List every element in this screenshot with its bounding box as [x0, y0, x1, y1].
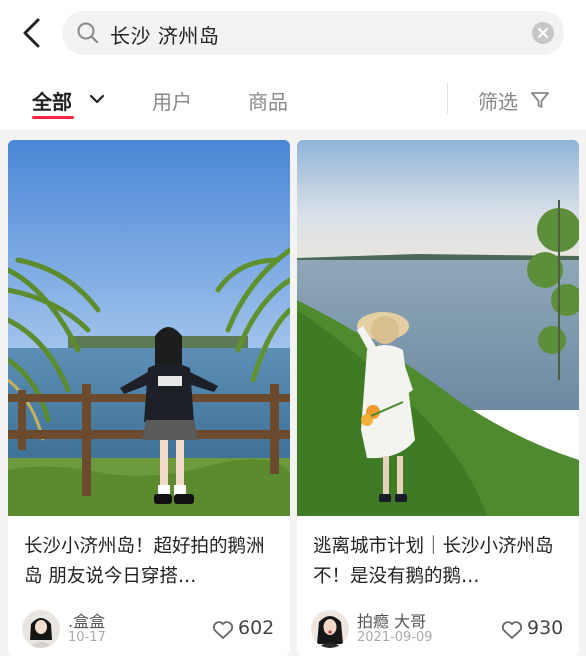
note-card[interactable]: 长沙小济州岛！超好拍的鹅洲岛 朋友说今日穿搭… .盒盒 10-17 602 [8, 140, 290, 656]
tab-all[interactable]: 全部 [32, 86, 72, 115]
filter-tabs: 全部 用户 商品 筛选 [0, 66, 586, 130]
top-bar: 长沙 济州岛 [0, 0, 586, 66]
search-query: 长沙 济州岛 [110, 24, 220, 48]
avatar[interactable] [311, 610, 349, 648]
like-count: 930 [527, 617, 564, 639]
note-cover-image[interactable] [8, 140, 290, 516]
like-count: 602 [238, 617, 275, 639]
back-arrow-icon[interactable] [18, 16, 48, 50]
tab-users[interactable]: 用户 [152, 86, 192, 115]
author-name[interactable]: 拍瘾 大哥 [357, 608, 426, 632]
note-title[interactable]: 逃离城市计划｜长沙小济州岛 不！是没有鹅的鹅… [313, 532, 567, 592]
clear-icon[interactable] [532, 22, 554, 44]
tab-divider [447, 82, 448, 114]
author-name[interactable]: .盒盒 [68, 608, 105, 632]
post-date: 2021-09-09 [357, 630, 433, 645]
note-cover-image[interactable] [297, 140, 579, 516]
filter-button[interactable]: 筛选 [478, 86, 518, 115]
note-card[interactable]: 逃离城市计划｜长沙小济州岛 不！是没有鹅的鹅… 拍瘾 大哥 2021-09-09… [297, 140, 579, 656]
tab-products[interactable]: 商品 [248, 86, 288, 115]
heart-icon[interactable] [501, 620, 523, 640]
search-input[interactable]: 长沙 济州岛 [62, 11, 564, 55]
post-date: 10-17 [68, 630, 106, 645]
active-tab-indicator [32, 116, 74, 119]
heart-icon[interactable] [212, 620, 234, 640]
search-icon [76, 21, 100, 45]
chevron-down-icon[interactable] [88, 91, 106, 105]
note-title[interactable]: 长沙小济州岛！超好拍的鹅洲岛 朋友说今日穿搭… [24, 532, 278, 592]
avatar[interactable] [22, 610, 60, 648]
filter-funnel-icon[interactable] [530, 90, 550, 110]
